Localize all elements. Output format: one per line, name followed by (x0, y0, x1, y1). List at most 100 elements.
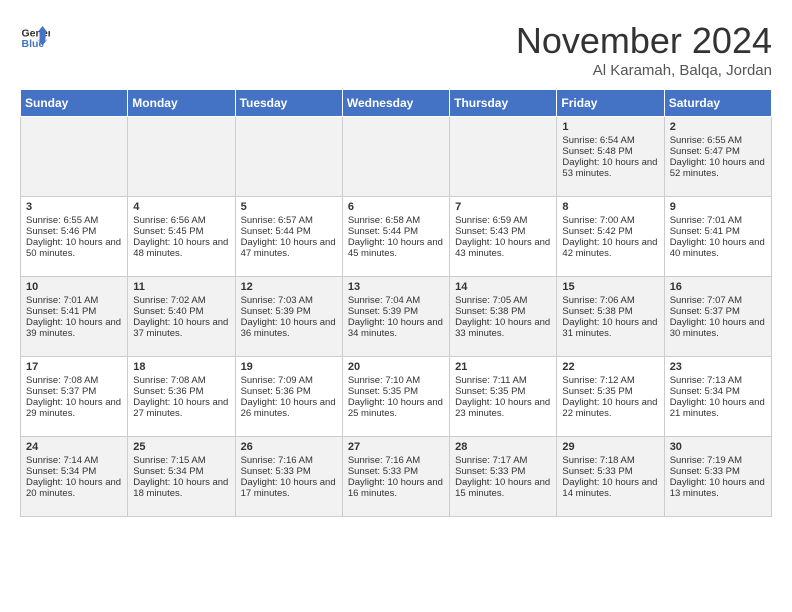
location-subtitle: Al Karamah, Balqa, Jordan (516, 62, 772, 79)
day-number: 18 (133, 361, 229, 373)
calendar-cell (450, 117, 557, 197)
day-info: Sunrise: 7:04 AM (348, 295, 444, 306)
calendar-cell: 30Sunrise: 7:19 AMSunset: 5:33 PMDayligh… (664, 437, 771, 517)
day-number: 28 (455, 441, 551, 453)
day-info: Sunrise: 7:11 AM (455, 375, 551, 386)
day-info: Sunset: 5:36 PM (241, 386, 337, 397)
calendar-table: SundayMondayTuesdayWednesdayThursdayFrid… (20, 89, 772, 517)
day-info: Sunset: 5:34 PM (133, 466, 229, 477)
day-info: Sunrise: 6:54 AM (562, 135, 658, 146)
day-info: Sunset: 5:46 PM (26, 226, 122, 237)
calendar-cell: 5Sunrise: 6:57 AMSunset: 5:44 PMDaylight… (235, 197, 342, 277)
day-header-saturday: Saturday (664, 90, 771, 117)
day-header-tuesday: Tuesday (235, 90, 342, 117)
calendar-cell: 24Sunrise: 7:14 AMSunset: 5:34 PMDayligh… (21, 437, 128, 517)
day-info: Sunset: 5:39 PM (241, 306, 337, 317)
day-number: 23 (670, 361, 766, 373)
day-info: Sunset: 5:44 PM (241, 226, 337, 237)
calendar-cell: 12Sunrise: 7:03 AMSunset: 5:39 PMDayligh… (235, 277, 342, 357)
calendar-cell: 17Sunrise: 7:08 AMSunset: 5:37 PMDayligh… (21, 357, 128, 437)
day-info: Sunrise: 7:10 AM (348, 375, 444, 386)
calendar-header-row: SundayMondayTuesdayWednesdayThursdayFrid… (21, 90, 772, 117)
day-number: 17 (26, 361, 122, 373)
day-number: 27 (348, 441, 444, 453)
logo-icon: General Blue (20, 20, 50, 50)
day-info: Sunrise: 6:58 AM (348, 215, 444, 226)
calendar-cell: 25Sunrise: 7:15 AMSunset: 5:34 PMDayligh… (128, 437, 235, 517)
calendar-cell: 1Sunrise: 6:54 AMSunset: 5:48 PMDaylight… (557, 117, 664, 197)
day-info: Daylight: 10 hours and 42 minutes. (562, 237, 658, 259)
day-info: Sunrise: 7:16 AM (348, 455, 444, 466)
calendar-cell: 27Sunrise: 7:16 AMSunset: 5:33 PMDayligh… (342, 437, 449, 517)
day-info: Daylight: 10 hours and 20 minutes. (26, 477, 122, 499)
day-info: Sunrise: 7:19 AM (670, 455, 766, 466)
day-info: Sunset: 5:33 PM (455, 466, 551, 477)
day-info: Daylight: 10 hours and 18 minutes. (133, 477, 229, 499)
day-info: Sunset: 5:40 PM (133, 306, 229, 317)
day-number: 11 (133, 281, 229, 293)
day-info: Daylight: 10 hours and 17 minutes. (241, 477, 337, 499)
day-info: Daylight: 10 hours and 26 minutes. (241, 397, 337, 419)
logo: General Blue (20, 20, 50, 50)
day-header-friday: Friday (557, 90, 664, 117)
day-info: Sunrise: 7:08 AM (26, 375, 122, 386)
calendar-week-row: 24Sunrise: 7:14 AMSunset: 5:34 PMDayligh… (21, 437, 772, 517)
day-info: Sunrise: 7:01 AM (670, 215, 766, 226)
day-info: Daylight: 10 hours and 13 minutes. (670, 477, 766, 499)
calendar-cell: 20Sunrise: 7:10 AMSunset: 5:35 PMDayligh… (342, 357, 449, 437)
day-number: 29 (562, 441, 658, 453)
day-number: 14 (455, 281, 551, 293)
day-info: Daylight: 10 hours and 40 minutes. (670, 237, 766, 259)
day-info: Daylight: 10 hours and 33 minutes. (455, 317, 551, 339)
day-number: 5 (241, 201, 337, 213)
day-info: Sunset: 5:38 PM (455, 306, 551, 317)
day-info: Daylight: 10 hours and 48 minutes. (133, 237, 229, 259)
day-info: Sunset: 5:38 PM (562, 306, 658, 317)
calendar-cell: 2Sunrise: 6:55 AMSunset: 5:47 PMDaylight… (664, 117, 771, 197)
day-info: Sunrise: 7:15 AM (133, 455, 229, 466)
day-number: 20 (348, 361, 444, 373)
day-header-thursday: Thursday (450, 90, 557, 117)
calendar-week-row: 17Sunrise: 7:08 AMSunset: 5:37 PMDayligh… (21, 357, 772, 437)
header: General Blue November 2024 Al Karamah, B… (20, 20, 772, 79)
day-info: Daylight: 10 hours and 22 minutes. (562, 397, 658, 419)
day-number: 24 (26, 441, 122, 453)
calendar-cell: 10Sunrise: 7:01 AMSunset: 5:41 PMDayligh… (21, 277, 128, 357)
day-info: Sunrise: 7:05 AM (455, 295, 551, 306)
day-info: Sunrise: 7:17 AM (455, 455, 551, 466)
calendar-cell: 9Sunrise: 7:01 AMSunset: 5:41 PMDaylight… (664, 197, 771, 277)
day-info: Sunset: 5:44 PM (348, 226, 444, 237)
calendar-cell: 16Sunrise: 7:07 AMSunset: 5:37 PMDayligh… (664, 277, 771, 357)
day-number: 21 (455, 361, 551, 373)
calendar-week-row: 3Sunrise: 6:55 AMSunset: 5:46 PMDaylight… (21, 197, 772, 277)
day-number: 6 (348, 201, 444, 213)
calendar-cell: 13Sunrise: 7:04 AMSunset: 5:39 PMDayligh… (342, 277, 449, 357)
day-info: Daylight: 10 hours and 47 minutes. (241, 237, 337, 259)
calendar-cell: 28 Sunrise: 7:17 AMSunset: 5:33 PMDayligh… (450, 437, 557, 517)
day-info: Sunrise: 7:12 AM (562, 375, 658, 386)
day-info: Daylight: 10 hours and 50 minutes. (26, 237, 122, 259)
day-number: 7 (455, 201, 551, 213)
day-number: 22 (562, 361, 658, 373)
day-info: Sunset: 5:34 PM (670, 386, 766, 397)
calendar-cell (235, 117, 342, 197)
day-info: Sunrise: 7:02 AM (133, 295, 229, 306)
calendar-cell (21, 117, 128, 197)
day-info: Sunrise: 6:59 AM (455, 215, 551, 226)
day-info: Sunset: 5:37 PM (26, 386, 122, 397)
day-info: Sunset: 5:47 PM (670, 146, 766, 157)
day-number: 9 (670, 201, 766, 213)
day-number: 26 (241, 441, 337, 453)
calendar-cell: 11Sunrise: 7:02 AMSunset: 5:40 PMDayligh… (128, 277, 235, 357)
day-number: 19 (241, 361, 337, 373)
day-info: Daylight: 10 hours and 43 minutes. (455, 237, 551, 259)
day-info: Sunset: 5:34 PM (26, 466, 122, 477)
day-info: Daylight: 10 hours and 30 minutes. (670, 317, 766, 339)
day-info: Sunrise: 7:06 AM (562, 295, 658, 306)
day-info: Sunrise: 7:07 AM (670, 295, 766, 306)
day-info: Daylight: 10 hours and 15 minutes. (455, 477, 551, 499)
day-info: Sunrise: 7:16 AM (241, 455, 337, 466)
calendar-cell: 18Sunrise: 7:08 AMSunset: 5:36 PMDayligh… (128, 357, 235, 437)
day-info: Daylight: 10 hours and 23 minutes. (455, 397, 551, 419)
day-info: Sunrise: 7:08 AM (133, 375, 229, 386)
